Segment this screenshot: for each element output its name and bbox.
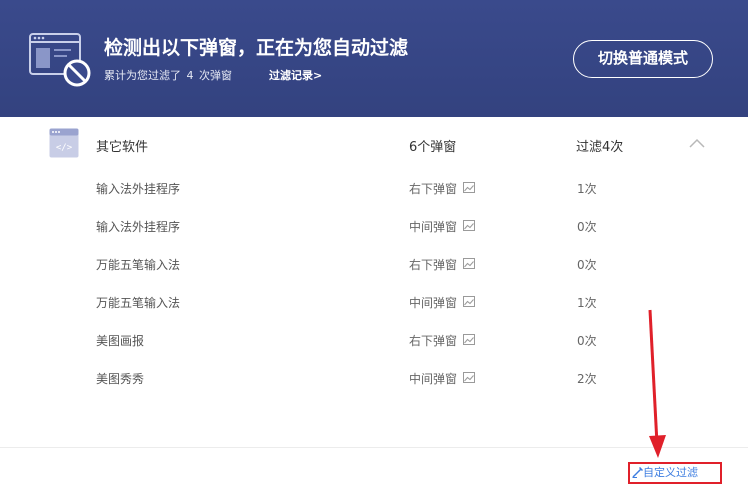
header-banner: 检测出以下弹窗，正在为您自动过滤 累计为您过滤了 4 次弹窗 过滤记录> 切换普… [0, 0, 748, 117]
custom-filter-label: 自定义过滤 [643, 466, 698, 479]
code-window-icon: </> [49, 128, 79, 158]
summary-suffix: 次弹窗 [199, 69, 232, 82]
blocked-window-icon [29, 33, 91, 87]
page-title: 检测出以下弹窗，正在为您自动过滤 [104, 37, 409, 59]
popup-type: 中间弹窗 [409, 372, 458, 386]
switch-normal-mode-button[interactable]: 切换普通模式 [573, 40, 713, 78]
image-preview-icon[interactable] [463, 372, 475, 383]
popup-filter-window: 检测出以下弹窗，正在为您自动过滤 累计为您过滤了 4 次弹窗 过滤记录> 切换普… [0, 0, 748, 499]
list-item: 美图秀秀 中间弹窗 2次 [0, 366, 748, 390]
software-name: 万能五笔输入法 [96, 296, 181, 310]
image-preview-icon[interactable] [463, 296, 475, 307]
list-item: 万能五笔输入法 中间弹窗 1次 [0, 290, 748, 314]
group-popup-count: 6个弹窗 [409, 140, 457, 155]
filter-count: 0次 [577, 334, 597, 348]
popup-type: 中间弹窗 [409, 296, 458, 310]
filter-count: 0次 [577, 220, 597, 234]
software-name: 美图画报 [96, 334, 145, 348]
group-name: 其它软件 [96, 140, 149, 155]
list-item: 输入法外挂程序 中间弹窗 0次 [0, 214, 748, 238]
list-item: 美图画报 右下弹窗 0次 [0, 328, 748, 352]
filter-count: 0次 [577, 258, 597, 272]
image-preview-icon[interactable] [463, 182, 475, 193]
summary-count: 4 [186, 69, 194, 82]
software-name: 输入法外挂程序 [96, 182, 181, 196]
list-item: 输入法外挂程序 右下弹窗 1次 [0, 176, 748, 200]
footer-divider [0, 447, 748, 448]
popup-type: 右下弹窗 [409, 334, 458, 348]
popup-type: 中间弹窗 [409, 220, 458, 234]
image-preview-icon[interactable] [463, 334, 475, 345]
image-preview-icon[interactable] [463, 258, 475, 269]
list-item: 万能五笔输入法 右下弹窗 0次 [0, 252, 748, 276]
chevron-up-icon[interactable] [688, 136, 706, 150]
filter-summary: 累计为您过滤了 4 次弹窗 [104, 67, 232, 83]
red-arrow-annotation [648, 309, 666, 458]
popup-type: 右下弹窗 [409, 182, 458, 196]
software-name: 输入法外挂程序 [96, 220, 181, 234]
filter-records-link[interactable]: 过滤记录> [269, 67, 322, 83]
software-name: 万能五笔输入法 [96, 258, 181, 272]
filter-count: 2次 [577, 372, 597, 386]
group-filter-count: 过滤4次 [576, 140, 624, 155]
image-preview-icon[interactable] [463, 220, 475, 231]
popup-type: 右下弹窗 [409, 258, 458, 272]
edit-icon [632, 467, 643, 478]
filter-count: 1次 [577, 296, 597, 310]
filter-count: 1次 [577, 182, 597, 196]
custom-filter-link[interactable]: 自定义过滤 [628, 462, 722, 484]
software-name: 美图秀秀 [96, 372, 145, 386]
svg-text:</>: </> [56, 143, 73, 153]
summary-prefix: 累计为您过滤了 [104, 69, 181, 82]
